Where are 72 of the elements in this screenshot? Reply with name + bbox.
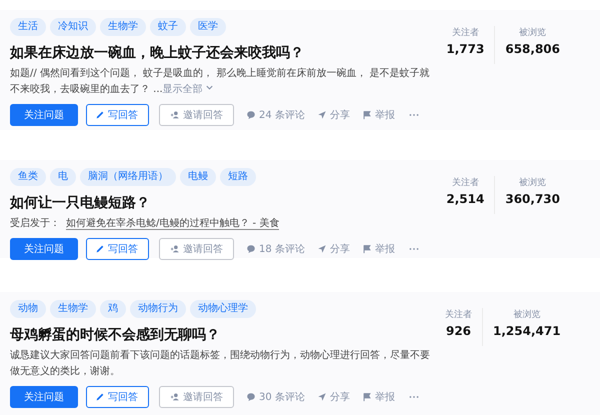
add-user-icon [170, 392, 180, 402]
topic-tag[interactable]: 短路 [220, 168, 256, 186]
write-answer-button[interactable]: 写回答 [86, 386, 149, 408]
topic-tag[interactable]: 脑洞（网络用语） [80, 168, 176, 186]
share-link[interactable]: 分享 [316, 108, 350, 122]
question-description: 诚恳建议大家回答问题前看下该问题的话题标签，围绕动物行为，动物心理进行回答，尽量不要做无意义的类比，谢谢。 [10, 348, 431, 379]
topic-tag[interactable]: 生物学 [100, 18, 146, 36]
topic-tag[interactable]: 医学 [190, 18, 226, 36]
report-link[interactable]: 举报 [362, 108, 395, 122]
question-title[interactable]: 母鸡孵蛋的时候不会感到无聊吗？ [10, 325, 435, 345]
invite-button[interactable]: 邀请回答 [159, 104, 234, 126]
topic-tag[interactable]: 冷知识 [50, 18, 96, 36]
stat-value: 1,254,471 [493, 324, 561, 338]
pencil-icon [95, 392, 105, 402]
flag-icon [362, 392, 372, 402]
show-all-link[interactable]: 显示全部 [162, 84, 214, 95]
comments-link[interactable]: 30 条评论 [246, 390, 305, 404]
inspired-label: 受启发于： [10, 218, 60, 229]
add-user-icon [170, 110, 180, 120]
source-question-link[interactable]: 如何避免在宰杀电鲶/电鳗的过程中触电？ - 美食 [66, 218, 280, 230]
stat-value: 360,730 [505, 192, 560, 206]
write-answer-button[interactable]: 写回答 [86, 238, 149, 260]
stat-label: 关注者 [450, 26, 480, 39]
follow-button[interactable]: 关注问题 [10, 104, 78, 126]
speech-bubble-icon [246, 110, 256, 120]
follow-button[interactable]: 关注问题 [10, 386, 78, 408]
speech-bubble-icon [246, 392, 256, 402]
question-title[interactable]: 如果在床边放一碗血，晚上蚊子还会来咬我吗？ [10, 43, 436, 63]
write-answer-button[interactable]: 写回答 [86, 104, 149, 126]
paper-plane-icon [316, 244, 327, 254]
stat-value: 658,806 [505, 42, 560, 56]
question-excerpt: 如题// 偶然间看到这个问题， 蚊子是吸血的， 那么晚上睡觉前在床前放一碗血， 是不是蚊子就不来咬我，去吸碗里的血去了？ ...显示全部 [10, 66, 430, 97]
question-title[interactable]: 如何让一只电鳗短路？ [10, 193, 436, 213]
paper-plane-icon [316, 110, 327, 120]
pencil-icon [95, 110, 105, 120]
topic-tag[interactable]: 动物 [10, 300, 46, 318]
share-link[interactable]: 分享 [316, 390, 350, 404]
topic-tag[interactable]: 动物心理学 [190, 300, 256, 318]
share-link[interactable]: 分享 [316, 242, 350, 256]
stat-label: 被浏览 [512, 308, 542, 321]
report-link[interactable]: 举报 [362, 390, 395, 404]
invite-button[interactable]: 邀请回答 [159, 238, 234, 260]
comments-link[interactable]: 24 条评论 [246, 108, 305, 122]
topic-tag[interactable]: 电 [50, 168, 76, 186]
comments-link[interactable]: 18 条评论 [246, 242, 305, 256]
speech-bubble-icon [246, 244, 256, 254]
flag-icon [362, 110, 372, 120]
stat-value: 926 [445, 324, 472, 338]
stat-label: 被浏览 [518, 26, 548, 39]
stat-label: 被浏览 [518, 176, 548, 189]
report-link[interactable]: 举报 [362, 242, 395, 256]
flag-icon [362, 244, 372, 254]
topic-tag[interactable]: 鱼类 [10, 168, 46, 186]
more-icon[interactable] [408, 395, 419, 399]
invite-button[interactable]: 邀请回答 [159, 386, 234, 408]
paper-plane-icon [316, 392, 327, 402]
stat-label: 关注者 [445, 308, 472, 321]
topic-tag[interactable]: 蚊子 [150, 18, 186, 36]
topic-tag[interactable]: 电鳗 [180, 168, 216, 186]
topic-tag[interactable]: 鸡 [100, 300, 126, 318]
stat-value: 1,773 [446, 42, 484, 56]
topic-tag[interactable]: 动物行为 [130, 300, 186, 318]
pencil-icon [95, 244, 105, 254]
stat-value: 2,514 [446, 192, 484, 206]
more-icon[interactable] [408, 113, 419, 117]
stat-label: 关注者 [450, 176, 480, 189]
chevron-down-icon [204, 83, 214, 92]
topic-tag[interactable]: 生物学 [50, 300, 96, 318]
more-icon[interactable] [408, 247, 419, 251]
topic-tag[interactable]: 生活 [10, 18, 46, 36]
add-user-icon [170, 244, 180, 254]
follow-button[interactable]: 关注问题 [10, 238, 78, 260]
